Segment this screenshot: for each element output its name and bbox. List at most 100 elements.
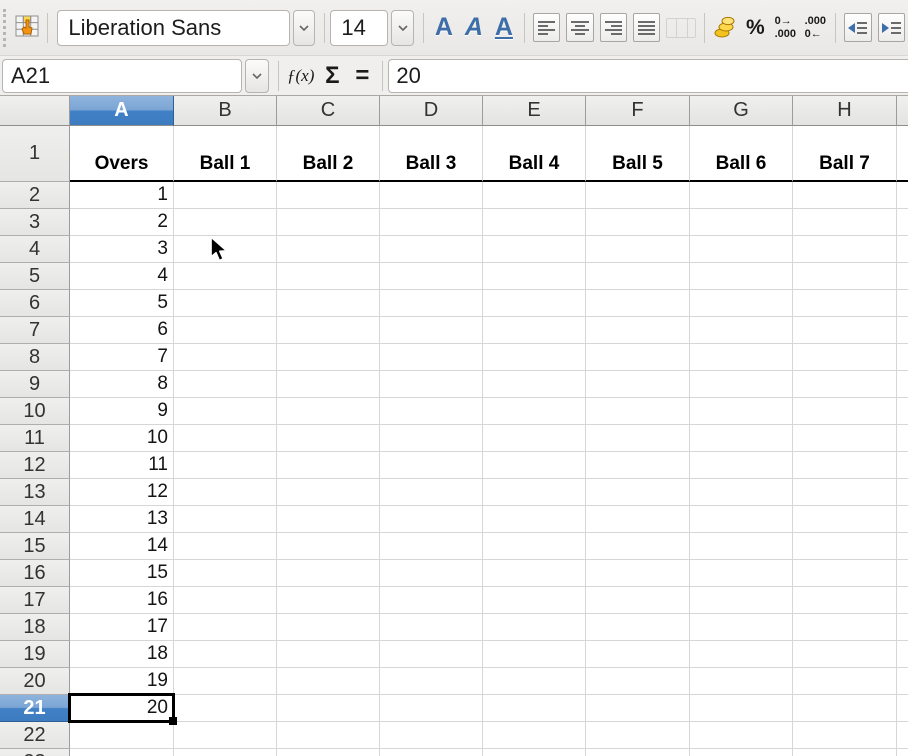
underline-button[interactable]: A	[489, 8, 519, 48]
cell-F18[interactable]	[586, 614, 690, 641]
cell-partial2[interactable]	[897, 182, 908, 209]
cell-F16[interactable]	[586, 560, 690, 587]
cell-G11[interactable]	[690, 425, 793, 452]
cell-D11[interactable]	[380, 425, 483, 452]
cell-C23[interactable]	[277, 749, 380, 756]
cell-A8[interactable]: 7	[70, 344, 174, 371]
cell-partial19[interactable]	[897, 641, 908, 668]
cell-partial14[interactable]	[897, 506, 908, 533]
add-decimal-button[interactable]: 0→ .000	[770, 8, 800, 48]
cell-E23[interactable]	[483, 749, 586, 756]
row-header-15[interactable]: 15	[0, 533, 70, 560]
cell-B11[interactable]	[174, 425, 277, 452]
cell-D8[interactable]	[380, 344, 483, 371]
cell-H6[interactable]	[793, 290, 897, 317]
function-wizard-button[interactable]: ƒ(x)	[284, 56, 317, 96]
cell-D21[interactable]	[380, 695, 483, 722]
cell-A11[interactable]: 10	[70, 425, 174, 452]
justify-button[interactable]	[630, 8, 663, 48]
cell-E3[interactable]	[483, 209, 586, 236]
cell-D16[interactable]	[380, 560, 483, 587]
cell-A16[interactable]: 15	[70, 560, 174, 587]
cell-B19[interactable]	[174, 641, 277, 668]
cell-G16[interactable]	[690, 560, 793, 587]
name-box-dropdown[interactable]	[245, 59, 269, 93]
cell-partial16[interactable]	[897, 560, 908, 587]
cell-H21[interactable]	[793, 695, 897, 722]
cell-H9[interactable]	[793, 371, 897, 398]
cell-A19[interactable]: 18	[70, 641, 174, 668]
font-name-dropdown[interactable]	[293, 10, 316, 46]
cell-F22[interactable]	[586, 722, 690, 749]
cell-D17[interactable]	[380, 587, 483, 614]
cell-G4[interactable]	[690, 236, 793, 263]
cell-C5[interactable]	[277, 263, 380, 290]
cell-H5[interactable]	[793, 263, 897, 290]
cell-A17[interactable]: 16	[70, 587, 174, 614]
cell-H18[interactable]	[793, 614, 897, 641]
cell-A18[interactable]: 17	[70, 614, 174, 641]
cell-E2[interactable]	[483, 182, 586, 209]
cell-partial9[interactable]	[897, 371, 908, 398]
cell-H10[interactable]	[793, 398, 897, 425]
cell-G10[interactable]	[690, 398, 793, 425]
cell-F8[interactable]	[586, 344, 690, 371]
cell-G15[interactable]	[690, 533, 793, 560]
row-header-23[interactable]: 23	[0, 749, 70, 756]
cell-format-button[interactable]	[12, 8, 43, 48]
cell-B18[interactable]	[174, 614, 277, 641]
cell-G20[interactable]	[690, 668, 793, 695]
row-header-11[interactable]: 11	[0, 425, 70, 452]
row-header-5[interactable]: 5	[0, 263, 70, 290]
cell-D12[interactable]	[380, 452, 483, 479]
row-header-8[interactable]: 8	[0, 344, 70, 371]
cell-E12[interactable]	[483, 452, 586, 479]
cell-B3[interactable]	[174, 209, 277, 236]
cell-D7[interactable]	[380, 317, 483, 344]
cell-F9[interactable]	[586, 371, 690, 398]
cell-A6[interactable]: 5	[70, 290, 174, 317]
cell-F5[interactable]	[586, 263, 690, 290]
cell-C7[interactable]	[277, 317, 380, 344]
cell-G13[interactable]	[690, 479, 793, 506]
cell-F10[interactable]	[586, 398, 690, 425]
cell-G17[interactable]	[690, 587, 793, 614]
cell-partial13[interactable]	[897, 479, 908, 506]
cell-A13[interactable]: 12	[70, 479, 174, 506]
cell-H17[interactable]	[793, 587, 897, 614]
cell-C20[interactable]	[277, 668, 380, 695]
cell-F21[interactable]	[586, 695, 690, 722]
row-header-22[interactable]: 22	[0, 722, 70, 749]
cell-partial1[interactable]	[897, 126, 908, 182]
cell-D4[interactable]	[380, 236, 483, 263]
cell-F20[interactable]	[586, 668, 690, 695]
cell-F13[interactable]	[586, 479, 690, 506]
cell-H8[interactable]	[793, 344, 897, 371]
row-header-2[interactable]: 2	[0, 182, 70, 209]
cell-C2[interactable]	[277, 182, 380, 209]
row-header-12[interactable]: 12	[0, 452, 70, 479]
cell-A22[interactable]	[70, 722, 174, 749]
cell-G9[interactable]	[690, 371, 793, 398]
cell-partial20[interactable]	[897, 668, 908, 695]
align-left-button[interactable]	[530, 8, 563, 48]
cell-F1[interactable]: Ball 5	[586, 126, 690, 182]
cell-C6[interactable]	[277, 290, 380, 317]
cell-H7[interactable]	[793, 317, 897, 344]
cell-E16[interactable]	[483, 560, 586, 587]
column-header-e[interactable]: E	[483, 96, 586, 126]
cell-E10[interactable]	[483, 398, 586, 425]
cell-H13[interactable]	[793, 479, 897, 506]
cell-D18[interactable]	[380, 614, 483, 641]
row-header-10[interactable]: 10	[0, 398, 70, 425]
cell-partial5[interactable]	[897, 263, 908, 290]
cell-E19[interactable]	[483, 641, 586, 668]
cell-A1[interactable]: Overs	[70, 126, 174, 182]
cell-F15[interactable]	[586, 533, 690, 560]
cell-C21[interactable]	[277, 695, 380, 722]
cell-partial12[interactable]	[897, 452, 908, 479]
cell-A7[interactable]: 6	[70, 317, 174, 344]
column-header-c[interactable]: C	[277, 96, 380, 126]
column-header-d[interactable]: D	[380, 96, 483, 126]
cell-partial18[interactable]	[897, 614, 908, 641]
